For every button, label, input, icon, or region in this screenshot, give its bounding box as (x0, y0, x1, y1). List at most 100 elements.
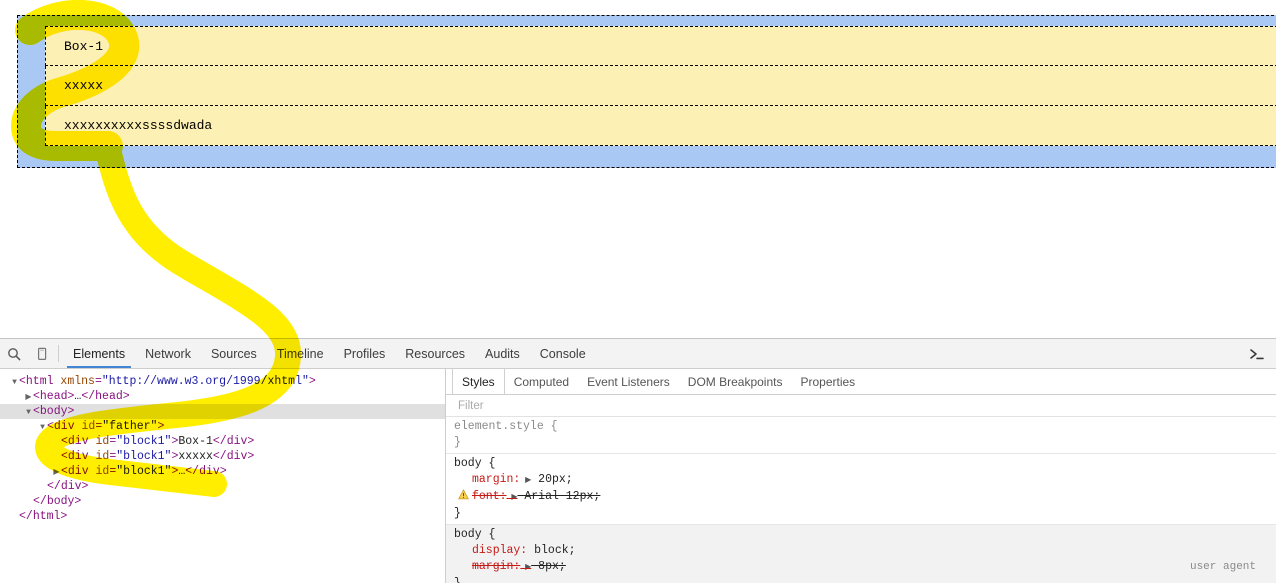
tab-profiles[interactable]: Profiles (334, 339, 396, 368)
console-prompt-icon[interactable] (1248, 339, 1266, 368)
chevron-down-icon[interactable]: ▼ (10, 375, 19, 390)
dom-tree-row[interactable]: </html> (0, 509, 445, 524)
dom-token-txt: xxxxx (178, 450, 213, 463)
declaration-text: display: block; (472, 544, 576, 557)
css-declaration[interactable]: font: ▶ Arial 12px; (454, 489, 1276, 506)
dom-tree-row[interactable]: <div id="block1">Box-1</div> (0, 434, 445, 449)
dom-token-tag: div (60, 480, 82, 493)
magnifier-icon[interactable] (0, 339, 28, 368)
dom-token-punc: > (74, 495, 82, 508)
css-value: 8px; (531, 560, 566, 573)
tab-audits[interactable]: Audits (475, 339, 530, 368)
chevron-right-icon[interactable]: ▶ (24, 390, 33, 405)
dom-tree-pane[interactable]: ▼ <html xmlns="http://www.w3.org/1999/xht… (0, 369, 446, 583)
tab-timeline[interactable]: Timeline (267, 339, 334, 368)
styles-pane: Styles Computed Event Listeners DOM Brea… (446, 369, 1276, 583)
tab-computed[interactable]: Computed (505, 369, 578, 394)
dom-token-tag: div (67, 450, 89, 463)
tab-network[interactable]: Network (135, 339, 201, 368)
dom-tree-row[interactable]: ▼ <body> (0, 404, 445, 419)
chevron-down-icon[interactable]: ▼ (38, 420, 47, 435)
tab-label: Elements (73, 346, 126, 361)
chevron-right-icon[interactable]: ▶ (52, 465, 61, 480)
block1-div: xxxxxxxxxxssssdwada (45, 106, 1276, 146)
declaration-text: font: ▶ Arial 12px; (472, 490, 600, 503)
dom-token-val: "block1" (116, 465, 172, 478)
css-selector: body { (454, 528, 496, 541)
dom-token-attr: id (74, 420, 96, 433)
styles-tab-bar: Styles Computed Event Listeners DOM Brea… (446, 369, 1276, 395)
dom-token-punc: < (47, 420, 54, 433)
dom-tree-row[interactable]: </body> (0, 494, 445, 509)
dom-token-punc: </ (212, 450, 227, 463)
css-rule[interactable]: body { margin: ▶ 20px; font: ▶ Arial 12px;… (446, 454, 1276, 525)
dom-token-punc: > (67, 405, 75, 418)
device-toggle-icon[interactable] (28, 339, 56, 368)
css-property: font: (472, 490, 507, 503)
css-declaration[interactable]: display: block; (454, 543, 1276, 559)
block1-text: xxxxxxxxxxssssdwada (64, 118, 213, 133)
dom-token-punc: < (61, 450, 68, 463)
css-selector: body { (454, 457, 496, 470)
dom-token-punc: > (60, 510, 68, 523)
devtools-panel: Elements Network Sources Timeline Profil… (0, 338, 1276, 583)
dom-token-tag: div (199, 465, 220, 478)
tab-label: DOM Breakpoints (687, 374, 783, 389)
css-value: block; (527, 544, 576, 557)
tab-console[interactable]: Console (530, 339, 596, 368)
tab-label: Computed (513, 374, 570, 389)
css-rule[interactable]: element.style {} (446, 417, 1276, 454)
dom-token-punc: < (33, 405, 40, 418)
dom-tree: ▼ <html xmlns="http://www.w3.org/1999/xht… (0, 374, 445, 524)
page-viewport: Box-1 xxxxx xxxxxxxxxxssssdwada (0, 0, 1276, 338)
dom-tree-row[interactable]: <div id="block1">xxxxx</div> (0, 449, 445, 464)
css-property: margin: (472, 560, 521, 573)
tab-dom-breakpoints[interactable]: DOM Breakpoints (679, 369, 792, 394)
tab-label: Resources (405, 346, 466, 361)
warning-icon (458, 489, 469, 500)
css-rule[interactable]: body {user agent display: block; margin: ▶… (446, 525, 1276, 583)
styles-filter-input[interactable] (456, 398, 1194, 413)
dom-token-punc: > (157, 420, 165, 433)
dom-token-attr: id (88, 435, 110, 448)
dom-tree-row[interactable]: ▼ <html xmlns="http://www.w3.org/1999/xht… (0, 374, 445, 389)
dom-token-punc: </ (185, 465, 200, 478)
css-value: Arial 12px; (517, 490, 601, 503)
chevron-down-icon[interactable]: ▼ (24, 405, 33, 420)
dom-token-punc: < (61, 435, 68, 448)
chevron-right-icon[interactable]: ▶ (520, 476, 531, 485)
tab-label: Properties (800, 374, 856, 389)
css-selector: element.style { (454, 420, 558, 433)
tab-sources[interactable]: Sources (201, 339, 267, 368)
dom-token-attr: id (88, 465, 110, 478)
dom-tree-row[interactable]: </div> (0, 479, 445, 494)
tab-properties[interactable]: Properties (791, 369, 864, 394)
css-rule-close: } (454, 436, 461, 449)
css-declaration[interactable]: margin: ▶ 8px; (454, 559, 1276, 576)
tab-label: Network (145, 346, 191, 361)
css-rule-close: } (454, 507, 461, 520)
tab-resources[interactable]: Resources (395, 339, 475, 368)
css-declaration[interactable]: margin: ▶ 20px; (454, 472, 1276, 489)
dom-token-punc: < (33, 390, 40, 403)
dom-token-tag: head (39, 390, 68, 403)
dom-tree-row[interactable]: ▶<head>…</head> (0, 389, 445, 404)
tab-event-listeners[interactable]: Event Listeners (578, 369, 679, 394)
chevron-right-icon[interactable]: ▶ (520, 563, 531, 572)
chevron-right-icon[interactable]: ▶ (507, 493, 517, 502)
dom-token-tag: div (226, 450, 248, 463)
dom-token-tag: html (32, 510, 61, 523)
dom-token-tag: head (95, 390, 123, 403)
block1-div: Box-1 (45, 26, 1276, 66)
tab-label: Timeline (276, 346, 324, 361)
dom-tree-row[interactable]: ▼ <div id="father"> (0, 419, 445, 434)
tab-label: Event Listeners (587, 374, 670, 389)
tab-label: Profiles (343, 346, 386, 361)
dom-token-tag: body (39, 405, 68, 418)
dom-token-punc: > (81, 480, 89, 493)
tab-elements[interactable]: Elements (63, 339, 135, 368)
dom-tree-row[interactable]: ▶<div id="block1">…</div> (0, 464, 445, 479)
css-rules-list: element.style {} body { margin: ▶ 20px; fon… (446, 417, 1276, 583)
tab-styles[interactable]: Styles (452, 369, 505, 394)
dom-token-punc: < (19, 375, 26, 388)
